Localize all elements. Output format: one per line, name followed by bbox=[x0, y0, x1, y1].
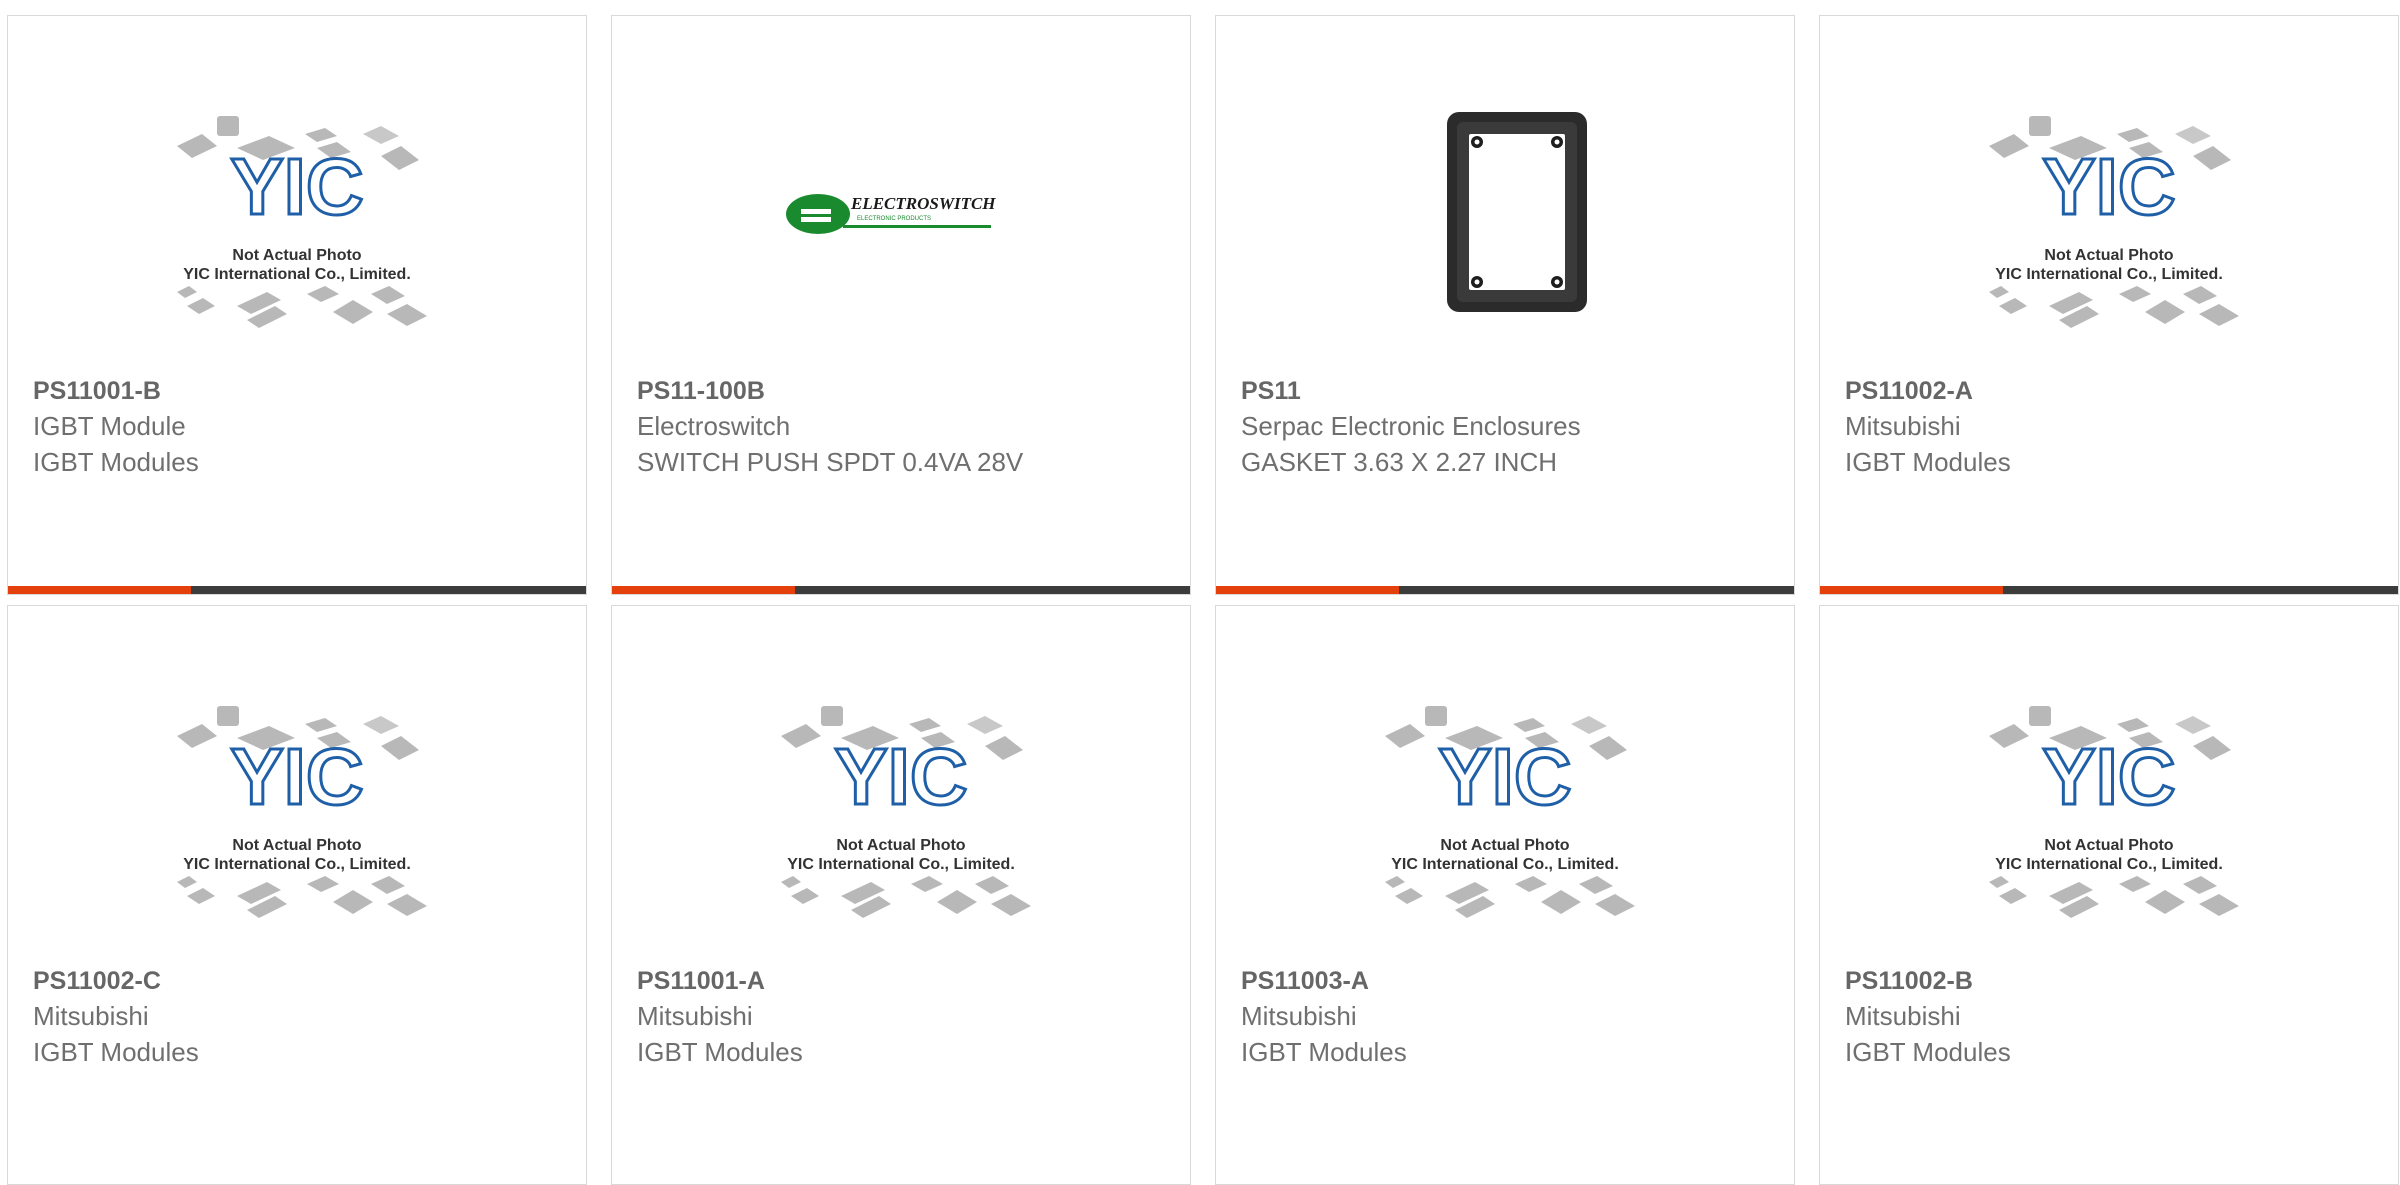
product-info: PS11003-A Mitsubishi IGBT Modules bbox=[1241, 964, 1774, 1070]
svg-text:YIC International Co., Limited: YIC International Co., Limited. bbox=[787, 856, 1015, 873]
part-number[interactable]: PS11-100B bbox=[637, 374, 1170, 408]
card-bottom-bar bbox=[8, 586, 586, 594]
product-manufacturer: Mitsubishi bbox=[1845, 411, 1961, 441]
product-image[interactable]: YIC Not Actual Photo YIC International C… bbox=[1820, 681, 2398, 951]
svg-text:Not Actual Photo: Not Actual Photo bbox=[836, 837, 965, 854]
product-manufacturer: Mitsubishi bbox=[1241, 1001, 1357, 1031]
yic-placeholder-image: YIC Not Actual Photo YIC International C… bbox=[1989, 706, 2239, 918]
product-manufacturer: Electroswitch bbox=[637, 411, 791, 441]
product-grid: YIC Not Actual Photo YIC International C… bbox=[7, 15, 2399, 1185]
product-info: PS11001-A Mitsubishi IGBT Modules bbox=[637, 964, 1170, 1070]
product-card[interactable]: YIC Not Actual Photo YIC International C… bbox=[1819, 15, 2399, 595]
product-info: PS11-100B Electroswitch SWITCH PUSH SPDT… bbox=[637, 374, 1170, 480]
svg-text:Not Actual Photo: Not Actual Photo bbox=[2044, 247, 2173, 264]
product-description: IGBT Modules bbox=[33, 1037, 199, 1067]
product-description: IGBT Modules bbox=[1241, 1037, 1407, 1067]
product-image[interactable]: YIC Not Actual Photo YIC International C… bbox=[8, 91, 586, 361]
card-accent-bar bbox=[8, 586, 191, 594]
svg-text:Not Actual Photo: Not Actual Photo bbox=[232, 247, 361, 264]
product-card[interactable]: YIC Not Actual Photo YIC International C… bbox=[7, 605, 587, 1185]
product-description: IGBT Modules bbox=[1845, 1037, 2011, 1067]
svg-text:YIC: YIC bbox=[2042, 142, 2175, 231]
product-manufacturer: Mitsubishi bbox=[33, 1001, 149, 1031]
yic-placeholder-image: YIC Not Actual Photo YIC International C… bbox=[1989, 116, 2239, 328]
svg-text:YIC International Co., Limited: YIC International Co., Limited. bbox=[1391, 856, 1619, 873]
product-card[interactable]: YIC Not Actual Photo YIC International C… bbox=[1215, 605, 1795, 1185]
product-manufacturer: Mitsubishi bbox=[637, 1001, 753, 1031]
product-info: PS11002-B Mitsubishi IGBT Modules bbox=[1845, 964, 2378, 1070]
svg-text:YIC: YIC bbox=[230, 142, 363, 231]
svg-text:YIC International Co., Limited: YIC International Co., Limited. bbox=[1995, 856, 2223, 873]
svg-text:Not Actual Photo: Not Actual Photo bbox=[232, 837, 361, 854]
svg-text:YIC International Co., Limited: YIC International Co., Limited. bbox=[183, 856, 411, 873]
product-card[interactable]: PS11 Serpac Electronic Enclosures GASKET… bbox=[1215, 15, 1795, 595]
svg-text:YIC: YIC bbox=[1438, 732, 1571, 821]
svg-text:YIC International Co., Limited: YIC International Co., Limited. bbox=[183, 266, 411, 283]
product-description: SWITCH PUSH SPDT 0.4VA 28V bbox=[637, 447, 1024, 477]
svg-text:YIC: YIC bbox=[230, 732, 363, 821]
card-accent-bar bbox=[612, 586, 795, 594]
product-manufacturer: Mitsubishi bbox=[1845, 1001, 1961, 1031]
product-description: IGBT Modules bbox=[1845, 447, 2011, 477]
product-info: PS11002-C Mitsubishi IGBT Modules bbox=[33, 964, 566, 1070]
part-number[interactable]: PS11002-A bbox=[1845, 374, 2378, 408]
product-card[interactable]: YIC Not Actual Photo YIC International C… bbox=[1819, 605, 2399, 1185]
card-bottom-bar bbox=[1820, 586, 2398, 594]
card-bottom-bar bbox=[612, 586, 1190, 594]
product-image[interactable]: YIC Not Actual Photo YIC International C… bbox=[612, 681, 1190, 951]
gasket-photo bbox=[1447, 112, 1587, 312]
card-accent-bar bbox=[1216, 586, 1399, 594]
svg-text:Not Actual Photo: Not Actual Photo bbox=[2044, 837, 2173, 854]
svg-text:YIC: YIC bbox=[834, 732, 967, 821]
card-bottom-bar bbox=[1216, 586, 1794, 594]
part-number[interactable]: PS11001-B bbox=[33, 374, 566, 408]
product-info: PS11 Serpac Electronic Enclosures GASKET… bbox=[1241, 374, 1774, 480]
product-description: GASKET 3.63 X 2.27 INCH bbox=[1241, 447, 1557, 477]
part-number[interactable]: PS11001-A bbox=[637, 964, 1170, 998]
part-number[interactable]: PS11 bbox=[1241, 374, 1774, 408]
product-manufacturer: Serpac Electronic Enclosures bbox=[1241, 411, 1581, 441]
product-manufacturer: IGBT Module bbox=[33, 411, 186, 441]
part-number[interactable]: PS11002-B bbox=[1845, 964, 2378, 998]
yic-placeholder-image: YIC Not Actual Photo YIC International C… bbox=[177, 116, 427, 328]
product-card[interactable]: YIC Not Actual Photo YIC International C… bbox=[611, 605, 1191, 1185]
product-image[interactable]: YIC Not Actual Photo YIC International C… bbox=[8, 681, 586, 951]
part-number[interactable]: PS11003-A bbox=[1241, 964, 1774, 998]
yic-placeholder-image: YIC Not Actual Photo YIC International C… bbox=[781, 706, 1031, 918]
svg-text:ELECTRONIC PRODUCTS: ELECTRONIC PRODUCTS bbox=[857, 216, 931, 222]
product-info: PS11002-A Mitsubishi IGBT Modules bbox=[1845, 374, 2378, 480]
product-image[interactable] bbox=[1216, 91, 1794, 361]
product-image[interactable]: YIC Not Actual Photo YIC International C… bbox=[1820, 91, 2398, 361]
product-description: IGBT Modules bbox=[637, 1037, 803, 1067]
product-image[interactable]: ELECTROSWITCH ELECTRONIC PRODUCTS bbox=[612, 91, 1190, 361]
svg-text:YIC: YIC bbox=[2042, 732, 2175, 821]
svg-text:Not Actual Photo: Not Actual Photo bbox=[1440, 837, 1569, 854]
product-info: PS11001-B IGBT Module IGBT Modules bbox=[33, 374, 566, 480]
yic-placeholder-image: YIC Not Actual Photo YIC International C… bbox=[1385, 706, 1635, 918]
electroswitch-logo: ELECTROSWITCH ELECTRONIC PRODUCTS bbox=[786, 194, 996, 234]
product-description: IGBT Modules bbox=[33, 447, 199, 477]
svg-text:YIC International Co., Limited: YIC International Co., Limited. bbox=[1995, 266, 2223, 283]
part-number[interactable]: PS11002-C bbox=[33, 964, 566, 998]
product-card[interactable]: ELECTROSWITCH ELECTRONIC PRODUCTS PS11-1… bbox=[611, 15, 1191, 595]
product-card[interactable]: YIC Not Actual Photo YIC International C… bbox=[7, 15, 587, 595]
yic-placeholder-image: YIC Not Actual Photo YIC International C… bbox=[177, 706, 427, 918]
card-accent-bar bbox=[1820, 586, 2003, 594]
product-image[interactable]: YIC Not Actual Photo YIC International C… bbox=[1216, 681, 1794, 951]
svg-text:ELECTROSWITCH: ELECTROSWITCH bbox=[850, 194, 996, 213]
